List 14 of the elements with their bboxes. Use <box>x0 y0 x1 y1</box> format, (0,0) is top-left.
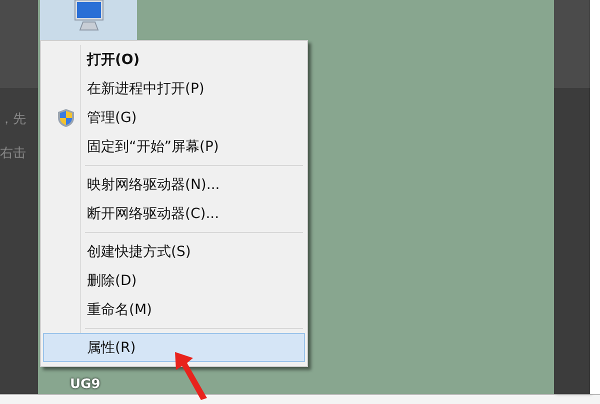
background-text: 右击 <box>0 145 26 162</box>
menu-item[interactable]: 创建快捷方式(S) <box>43 237 305 266</box>
menu-item[interactable]: 固定到“开始”屏幕(P) <box>43 132 305 161</box>
menu-item[interactable]: 在新进程中打开(P) <box>43 74 305 103</box>
background-text: ，先 <box>0 111 26 128</box>
menu-item[interactable]: 删除(D) <box>43 266 305 295</box>
menu-item[interactable]: 重命名(M) <box>43 295 305 324</box>
menu-item[interactable]: 管理(G) <box>43 103 305 132</box>
menu-item[interactable]: 断开网络驱动器(C)... <box>43 199 305 228</box>
computer-desktop-icon[interactable] <box>40 0 137 40</box>
menu-item[interactable]: 打开(O) <box>43 45 305 74</box>
menu-item[interactable]: 映射网络驱动器(N)... <box>43 170 305 199</box>
menu-item[interactable]: 属性(R) <box>43 333 305 362</box>
icon-label: UG9 <box>70 378 100 392</box>
